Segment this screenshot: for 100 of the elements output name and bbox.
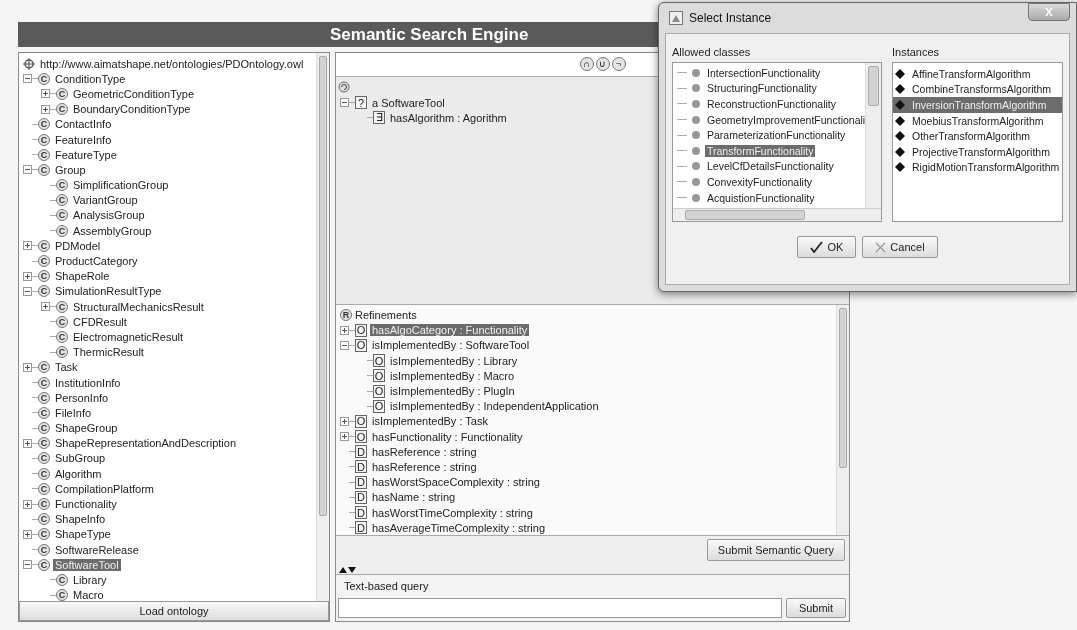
class-item[interactable]: IntersectionFunctionality bbox=[705, 66, 823, 79]
tree-item[interactable]: Functionality bbox=[53, 498, 119, 511]
scroll-thumb[interactable] bbox=[685, 210, 805, 220]
operator-button[interactable]: ¬ bbox=[611, 57, 626, 72]
tree-item[interactable]: hasWorstTimeComplexity : string bbox=[370, 506, 535, 519]
class-item[interactable]: ConvexityFunctionality bbox=[705, 175, 815, 188]
tree-item[interactable]: Group bbox=[53, 163, 88, 176]
tree-item[interactable]: SubGroup bbox=[53, 452, 108, 465]
submit-semantic-query-button[interactable]: Submit Semantic Query bbox=[706, 539, 845, 562]
class-item[interactable]: LevelCfDetailsFunctionality bbox=[705, 160, 836, 173]
class-item[interactable]: ReconstructionFunctionality bbox=[705, 98, 838, 110]
tree-item[interactable]: InstitutionInfo bbox=[53, 376, 123, 389]
plus-icon[interactable] bbox=[340, 432, 349, 442]
plus-icon[interactable] bbox=[340, 325, 349, 335]
minus-icon[interactable] bbox=[23, 286, 32, 296]
tree-item[interactable]: ElectromagneticResult bbox=[71, 330, 186, 343]
tree-item[interactable]: FeatureInfo bbox=[53, 133, 114, 146]
tree-item[interactable]: hasAverageTimeComplexity : string bbox=[370, 521, 547, 534]
instance-item[interactable]: InversionTransformAlgorithm bbox=[910, 99, 1049, 111]
tree-item[interactable]: Macro bbox=[71, 589, 106, 601]
tree-item[interactable]: SimplificationGroup bbox=[71, 179, 171, 192]
tree-item[interactable]: FeatureType bbox=[53, 148, 119, 161]
tree-item[interactable]: ProductCategory bbox=[53, 255, 140, 268]
tree-item[interactable]: StructuralMechanicsResult bbox=[71, 300, 206, 313]
plus-icon[interactable] bbox=[23, 529, 32, 539]
load-ontology-button[interactable]: Load ontology bbox=[19, 601, 329, 621]
minus-icon[interactable] bbox=[340, 340, 349, 350]
tree-item[interactable]: AnalysisGroup bbox=[71, 209, 147, 222]
tree-item[interactable]: a SoftwareTool bbox=[370, 96, 447, 109]
minus-icon[interactable] bbox=[340, 98, 349, 108]
tree-item[interactable]: Library bbox=[71, 573, 109, 586]
tree-item[interactable]: ThermicResult bbox=[71, 346, 146, 359]
class-item[interactable]: TransformFunctionality bbox=[705, 144, 816, 157]
tree-item[interactable]: isImplementedBy : PlugIn bbox=[388, 385, 517, 398]
tree-item[interactable]: Algorithm bbox=[53, 467, 104, 480]
tree-item[interactable]: http://www.aimatshape.net/ontologies/PDOntology.owl bbox=[38, 57, 306, 70]
minus-icon[interactable] bbox=[23, 165, 32, 175]
minus-icon[interactable] bbox=[23, 74, 32, 84]
tree-item[interactable]: ShapeRepresentationAndDescription bbox=[53, 437, 238, 450]
cancel-button[interactable]: Cancel bbox=[862, 236, 938, 258]
tree-item[interactable]: CFDResult bbox=[71, 315, 129, 328]
class-item[interactable]: ParameterizationFunctionality bbox=[705, 129, 848, 142]
tree-item[interactable]: hasAlgorithm : Agorithm bbox=[388, 111, 509, 124]
tree-item[interactable]: BoundaryConditionType bbox=[71, 103, 193, 116]
scrollbar[interactable] bbox=[836, 304, 849, 535]
plus-icon[interactable] bbox=[41, 104, 50, 114]
instance-item[interactable]: OtherTransformAlgorithm bbox=[910, 130, 1033, 143]
tree-item[interactable]: ShapeRole bbox=[53, 270, 112, 283]
tree-item[interactable]: AssemblyGroup bbox=[71, 224, 154, 237]
tree-item[interactable]: hasName : string bbox=[370, 491, 458, 504]
splitter-arrows-icon[interactable] bbox=[339, 566, 357, 574]
tree-item[interactable]: VariantGroup bbox=[71, 194, 140, 207]
tree-item[interactable]: hasFunctionality : Functionality bbox=[370, 430, 525, 443]
tree-item[interactable]: PersonInfo bbox=[53, 391, 111, 404]
tree-item[interactable]: Task bbox=[53, 361, 80, 374]
instance-item[interactable]: RigidMotionTransformAlgorithm bbox=[910, 161, 1062, 174]
tree-item[interactable]: ShapeGroup bbox=[53, 422, 120, 435]
plus-icon[interactable] bbox=[23, 271, 32, 281]
plus-icon[interactable] bbox=[23, 241, 32, 251]
instance-item[interactable]: MoebiusTransformAlgorithm bbox=[910, 114, 1046, 127]
tree-item[interactable]: CompilationPlatform bbox=[53, 482, 157, 495]
scrollbar[interactable] bbox=[865, 63, 881, 208]
plus-icon[interactable] bbox=[23, 362, 32, 372]
instance-item[interactable]: ProjectiveTransformAlgorithm bbox=[910, 145, 1052, 158]
tree-item[interactable]: FileInfo bbox=[53, 406, 94, 419]
operator-button[interactable]: ∪ bbox=[595, 57, 610, 72]
instance-item[interactable]: AffineTransformAlgorithm bbox=[910, 67, 1033, 80]
minus-icon[interactable] bbox=[23, 560, 32, 570]
tree-item[interactable]: SimulationResultType bbox=[53, 285, 164, 298]
scroll-thumb[interactable] bbox=[319, 56, 327, 516]
tree-item[interactable]: SoftwareRelease bbox=[53, 543, 141, 556]
tree-item[interactable]: hasReference : string bbox=[370, 460, 479, 473]
refresh-icon[interactable] bbox=[338, 81, 350, 94]
plus-icon[interactable] bbox=[23, 438, 32, 448]
class-item[interactable]: GeometryImprovementFunctionali bbox=[705, 113, 865, 126]
horizontal-scrollbar[interactable] bbox=[673, 208, 881, 221]
class-item[interactable]: AcquistionFunctionality bbox=[705, 191, 817, 204]
tree-item[interactable]: GeometricConditionType bbox=[71, 87, 197, 100]
plus-icon[interactable] bbox=[41, 89, 50, 99]
text-query-field[interactable] bbox=[338, 598, 782, 619]
instance-item[interactable]: CombineTransformsAlgorithm bbox=[910, 83, 1054, 96]
ok-button[interactable]: OK bbox=[797, 236, 857, 258]
tree-item[interactable]: SoftwareTool bbox=[53, 558, 121, 571]
tree-item[interactable]: isImplementedBy : Macro bbox=[388, 369, 517, 382]
plus-icon[interactable] bbox=[340, 416, 349, 426]
scroll-thumb[interactable] bbox=[839, 307, 847, 468]
scroll-thumb[interactable] bbox=[868, 66, 879, 106]
class-item[interactable]: StructuringFunctionality bbox=[705, 82, 819, 95]
tree-item[interactable]: ContactInfo bbox=[53, 118, 114, 131]
plus-icon[interactable] bbox=[41, 302, 50, 312]
submit-button[interactable]: Submit bbox=[786, 598, 846, 619]
tree-item[interactable]: isImplementedBy : Task bbox=[370, 415, 490, 428]
tree-item[interactable]: isImplementedBy : SoftwareTool bbox=[370, 339, 532, 352]
tree-item[interactable]: ShapeInfo bbox=[53, 513, 108, 526]
operator-button[interactable]: ∩ bbox=[579, 57, 594, 72]
tree-item[interactable]: PDModel bbox=[53, 239, 103, 252]
plus-icon[interactable] bbox=[23, 499, 32, 509]
tree-item[interactable]: ConditionType bbox=[53, 72, 128, 85]
tree-item[interactable]: hasAlgoCategory : Functionality bbox=[370, 324, 530, 337]
tree-item[interactable]: hasWorstSpaceComplexity : string bbox=[370, 476, 542, 489]
